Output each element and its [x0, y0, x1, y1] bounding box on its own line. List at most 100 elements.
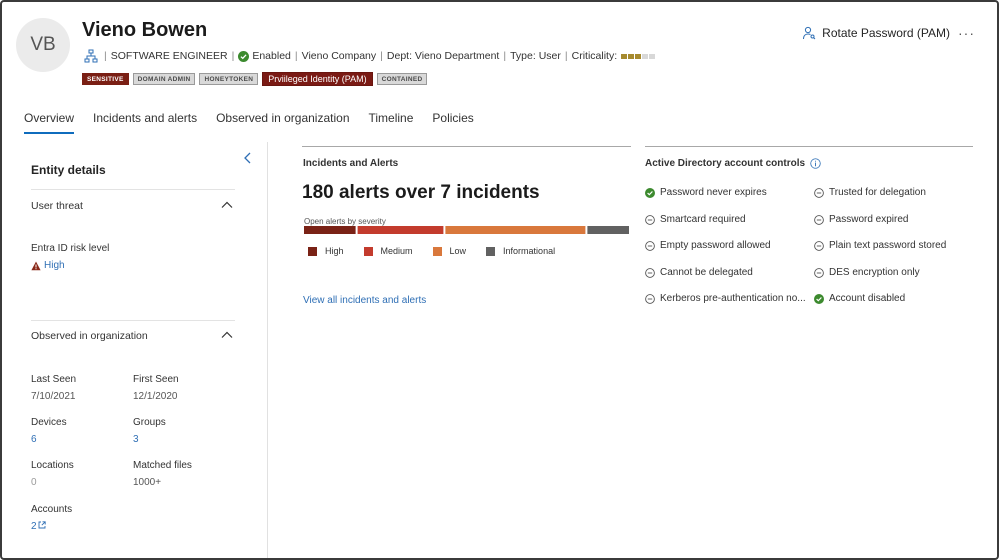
avatar-initials: VB: [30, 34, 56, 55]
legend-swatch: [486, 246, 496, 256]
legend-label: Informational: [503, 246, 556, 256]
groups-value-link[interactable]: 3: [133, 434, 139, 445]
minus-circle-icon: [814, 214, 824, 225]
locations-label: Locations: [31, 460, 74, 471]
tag-honeytoken: HONEYTOKEN: [199, 73, 259, 85]
severity-bar: [304, 226, 629, 234]
entity-details-panel: Entity details User threat Entra ID risk…: [2, 142, 268, 558]
user-type: Type: User: [510, 50, 561, 62]
severity-segment-low: [445, 226, 586, 234]
tab-timeline[interactable]: Timeline: [369, 111, 414, 133]
ad-control-item: Plain text password stored: [814, 240, 946, 251]
tag-contained: CONTAINED: [376, 73, 428, 85]
section-rule: [302, 146, 631, 147]
tab-bar: Overview Incidents and alerts Observed i…: [24, 111, 474, 134]
severity-segment-medium: [357, 226, 444, 234]
severity-caption: Open alerts by severity: [304, 217, 386, 226]
user-threat-title[interactable]: User threat: [31, 200, 83, 212]
legend-swatch: [432, 246, 442, 256]
ad-control-label: Password never expires: [660, 187, 767, 198]
job-title: SOFTWARE ENGINEER: [110, 50, 228, 62]
rotate-password-button[interactable]: Rotate Password (PAM) ···: [802, 25, 975, 41]
rotate-label: Rotate: [822, 26, 858, 40]
ad-control-label: Plain text password stored: [829, 240, 947, 251]
legend-item-low: Low: [432, 246, 467, 256]
chevron-up-icon[interactable]: [220, 330, 234, 340]
ad-control-item: Cannot be delegated: [645, 267, 753, 278]
person-key-icon: [803, 26, 816, 40]
legend-label: High: [325, 246, 344, 256]
accounts-label: Accounts: [31, 504, 73, 515]
tag-privileged-identity: Prviileged Identity (PAM): [262, 72, 373, 86]
org-chart-icon[interactable]: [84, 49, 98, 63]
legend-label: Medium: [380, 246, 413, 256]
matched-files-label: Matched files: [133, 460, 192, 471]
risk-level-value[interactable]: High: [31, 260, 65, 271]
ad-controls-title: Active Directory account controls: [645, 158, 806, 169]
section-divider: [31, 320, 235, 321]
tab-policies[interactable]: Policies: [432, 111, 473, 133]
ad-control-label: Cannot be delegated: [660, 267, 753, 278]
ad-control-item: Account disabled: [814, 293, 905, 304]
minus-circle-icon: [645, 293, 655, 304]
open-external-icon: [38, 521, 46, 529]
account-status: Enabled: [252, 50, 291, 62]
devices-value-link[interactable]: 6: [31, 434, 37, 445]
entity-details-title: Entity details: [31, 163, 106, 177]
accounts-value-link[interactable]: 2: [31, 521, 46, 532]
ad-control-item: Trusted for delegation: [814, 187, 926, 198]
check-circle-icon: [814, 293, 824, 304]
collapse-panel-chevron-icon[interactable]: [242, 151, 254, 165]
user-meta-row: | SOFTWARE ENGINEER | Enabled | Vieno Co…: [84, 48, 656, 64]
ad-control-item: Password never expires: [645, 187, 767, 198]
criticality-bar: [642, 53, 649, 59]
ad-control-label: Smartcard required: [660, 214, 746, 225]
criticality-bar: [635, 53, 642, 59]
info-icon[interactable]: [810, 158, 821, 169]
tab-overview[interactable]: Overview: [24, 111, 75, 134]
criticality-bar: [628, 53, 635, 59]
ad-control-label: Password expired: [829, 214, 909, 225]
minus-circle-icon: [814, 240, 824, 251]
tab-observed-in-organization[interactable]: Observed in organization: [216, 111, 349, 133]
department: Dept: Vieno Department: [386, 50, 500, 62]
ad-control-label: Kerberos pre-authentication no...: [660, 293, 806, 304]
meta-separator: |: [294, 50, 298, 62]
severity-segment-high: [304, 226, 356, 234]
incidents-title: Incidents and Alerts: [303, 158, 399, 169]
chevron-up-icon[interactable]: [220, 200, 234, 210]
section-divider: [31, 189, 235, 190]
legend-label: Low: [449, 246, 467, 256]
risk-level-text: High: [44, 260, 65, 271]
locations-value: 0: [31, 477, 37, 488]
meta-separator: |: [503, 50, 507, 62]
legend-item-informational: Informational: [486, 246, 555, 256]
criticality-bar: [649, 53, 656, 59]
ad-control-item: DES encryption only: [814, 267, 920, 278]
user-name: Vieno Bowen: [82, 19, 208, 41]
ad-control-label: DES encryption only: [829, 267, 920, 278]
more-actions-button[interactable]: ···: [958, 25, 975, 41]
company: Vieno Company: [301, 50, 377, 62]
legend-swatch: [363, 246, 373, 256]
last-seen-value: 7/10/2021: [31, 391, 76, 402]
avatar: VB: [16, 18, 70, 72]
ad-control-label: Trusted for delegation: [829, 187, 926, 198]
accounts-count: 2: [31, 521, 37, 532]
ad-control-label: Empty password allowed: [660, 240, 771, 251]
ad-control-item: Smartcard required: [645, 214, 746, 225]
meta-separator: |: [564, 50, 568, 62]
legend-item-medium: Medium: [363, 246, 413, 256]
risk-level-label: Entra ID risk level: [31, 243, 110, 254]
tab-incidents-and-alerts[interactable]: Incidents and alerts: [93, 111, 197, 133]
entity-page: VB Vieno Bowen | SOFTWARE ENGINEER | Ena…: [0, 0, 999, 560]
view-all-incidents-link[interactable]: View all incidents and alerts: [303, 295, 426, 306]
minus-circle-icon: [645, 240, 655, 251]
first-seen-label: First Seen: [133, 374, 179, 385]
warning-icon: [31, 261, 41, 270]
observed-section-title[interactable]: Observed in organization: [31, 330, 148, 342]
meta-separator: |: [380, 50, 383, 62]
groups-label: Groups: [133, 417, 166, 428]
severity-legend: High Medium Low Informational: [308, 246, 575, 256]
tag-domain-admin: DOMAIN ADMIN: [132, 73, 196, 85]
